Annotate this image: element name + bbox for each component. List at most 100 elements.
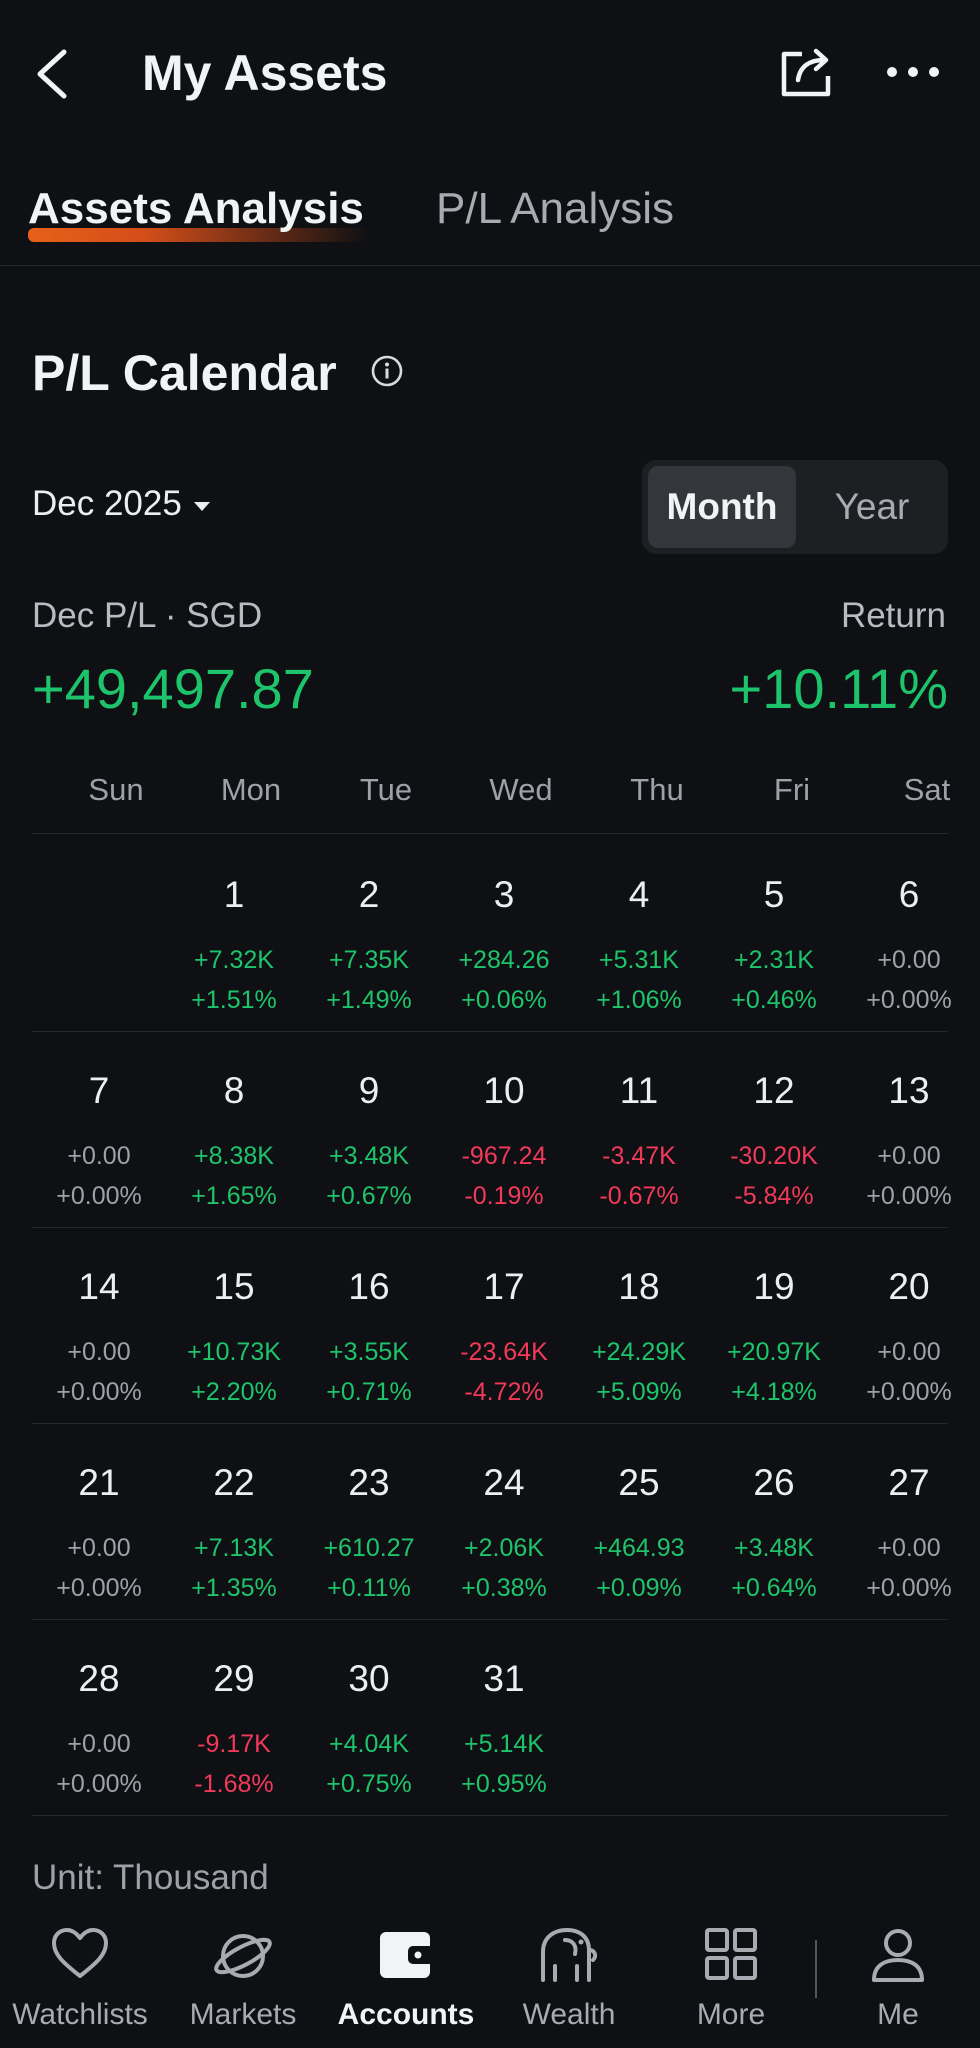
calendar-day-cell[interactable]: 24 +2.06K +0.38% [437, 1424, 571, 1620]
day-pl-percent: +5.09% [596, 1378, 682, 1406]
share-icon[interactable] [776, 42, 836, 102]
day-pl-value: -967.24 [461, 1142, 547, 1170]
pl-value: +49,497.87 [32, 657, 314, 720]
day-number: 28 [78, 1658, 120, 1699]
day-pl-value: +0.00 [877, 1338, 941, 1366]
day-number: 1 [223, 874, 245, 915]
calendar-day-cell[interactable]: 11 -3.47K -0.67% [572, 1032, 706, 1228]
more-options-icon[interactable] [886, 60, 940, 84]
calendar-day-cell[interactable]: 21 +0.00 +0.00% [32, 1424, 166, 1620]
calendar-day-cell[interactable]: 16 +3.55K +0.71% [302, 1228, 436, 1424]
day-pl-percent: +0.00% [866, 986, 952, 1014]
nav-watchlists[interactable]: Watchlists [0, 1926, 160, 2036]
day-pl-percent: +1.06% [596, 986, 682, 1014]
nav-markets[interactable]: Markets [163, 1926, 323, 2036]
tab-pl-analysis[interactable]: P/L Analysis [436, 184, 674, 234]
calendar-day-cell[interactable]: 17 -23.64K -4.72% [437, 1228, 571, 1424]
calendar-day-cell[interactable]: 18 +24.29K +5.09% [572, 1228, 706, 1424]
day-number: 14 [78, 1266, 120, 1307]
period-toggle: Month Year [642, 460, 948, 554]
calendar-day-cell[interactable]: 25 +464.93 +0.09% [572, 1424, 706, 1620]
nav-more[interactable]: More [651, 1926, 811, 2036]
day-pl-percent: +1.35% [191, 1574, 277, 1602]
day-pl-value: +3.48K [329, 1142, 409, 1170]
day-pl-percent: +0.64% [731, 1574, 817, 1602]
calendar-day-cell[interactable]: 27 +0.00 +0.00% [842, 1424, 976, 1620]
weekday-sat: Sat [903, 772, 951, 807]
day-number: 7 [88, 1070, 110, 1111]
day-pl-value: +7.13K [194, 1534, 274, 1562]
info-icon[interactable] [370, 354, 404, 388]
nav-divider [815, 1940, 817, 1998]
elephant-icon [541, 1928, 598, 1982]
calendar-day-cell[interactable]: 3 +284.26 +0.06% [437, 836, 571, 1032]
back-arrow-icon[interactable] [30, 44, 80, 104]
day-pl-value: +0.00 [67, 1730, 131, 1758]
day-pl-percent: +1.65% [191, 1182, 277, 1210]
calendar-day-cell[interactable]: 7 +0.00 +0.00% [32, 1032, 166, 1228]
day-pl-percent: +0.09% [596, 1574, 682, 1602]
nav-wealth[interactable]: Wealth [489, 1926, 649, 2036]
weekday-sun: Sun [88, 772, 144, 807]
day-number: 15 [213, 1266, 255, 1307]
calendar-day-cell[interactable]: 2 +7.35K +1.49% [302, 836, 436, 1032]
calendar-day-cell[interactable]: 8 +8.38K +1.65% [167, 1032, 301, 1228]
day-pl-value: +7.32K [194, 946, 274, 974]
day-number: 6 [898, 874, 920, 915]
day-pl-percent: +0.00% [866, 1574, 952, 1602]
day-pl-value: +0.00 [877, 1534, 941, 1562]
day-number: 3 [493, 874, 515, 915]
calendar-day-cell[interactable]: 5 +2.31K +0.46% [707, 836, 841, 1032]
month-selector[interactable]: Dec 2025 [32, 484, 210, 524]
calendar-day-cell[interactable]: 9 +3.48K +0.67% [302, 1032, 436, 1228]
calendar-day-cell[interactable]: 29 -9.17K -1.68% [167, 1620, 301, 1816]
weekday-header: Sun Mon Tue Wed Thu Fri Sat [32, 772, 950, 834]
calendar-day-cell[interactable]: 23 +610.27 +0.11% [302, 1424, 436, 1620]
day-pl-value: -30.20K [730, 1142, 818, 1170]
day-number: 13 [888, 1070, 930, 1111]
calendar-day-cell[interactable]: 28 +0.00 +0.00% [32, 1620, 166, 1816]
day-pl-value: +3.55K [329, 1338, 409, 1366]
day-pl-value: +24.29K [592, 1338, 686, 1366]
toggle-year-button[interactable]: Year [802, 466, 942, 548]
return-label: Return [840, 596, 946, 635]
day-pl-value: +0.00 [67, 1142, 131, 1170]
calendar-day-cell[interactable]: 10 -967.24 -0.19% [437, 1032, 571, 1228]
calendar-day-cell[interactable]: 30 +4.04K +0.75% [302, 1620, 436, 1816]
day-number: 18 [618, 1266, 660, 1307]
calendar-day-cell[interactable]: 26 +3.48K +0.64% [707, 1424, 841, 1620]
grid-icon [705, 1928, 757, 1980]
day-pl-value: -9.17K [197, 1730, 271, 1758]
day-pl-value: +284.26 [458, 946, 550, 974]
calendar-week-row: 21 +0.00 +0.00% 22 +7.13K +1.35% 23 +610.27 +0.1… [32, 1424, 952, 1620]
calendar-day-cell[interactable]: 19 +20.97K +4.18% [707, 1228, 841, 1424]
planet-icon [214, 1934, 272, 1978]
weekday-tue: Tue [359, 772, 413, 807]
calendar-day-cell[interactable]: 12 -30.20K -5.84% [707, 1032, 841, 1228]
calendar-day-cell[interactable]: 31 +5.14K +0.95% [437, 1620, 571, 1816]
nav-accounts[interactable]: Accounts [326, 1926, 486, 2036]
day-pl-percent: -0.67% [599, 1182, 679, 1210]
tab-assets-analysis[interactable]: Assets Analysis [28, 184, 364, 234]
nav-accounts-label: Accounts [337, 1998, 475, 2031]
person-icon [872, 1929, 924, 1982]
calendar-day-cell[interactable]: 15 +10.73K +2.20% [167, 1228, 301, 1424]
analysis-tabs: Assets Analysis P/L Analysis [0, 170, 980, 266]
calendar-day-cell[interactable]: 6 +0.00 +0.00% [842, 836, 976, 1032]
calendar-day-cell[interactable]: 22 +7.13K +1.35% [167, 1424, 301, 1620]
calendar-day-cell[interactable]: 20 +0.00 +0.00% [842, 1228, 976, 1424]
day-number: 11 [619, 1070, 659, 1111]
unit-note: Unit: Thousand [32, 1858, 269, 1897]
calendar-day-cell[interactable]: 14 +0.00 +0.00% [32, 1228, 166, 1424]
calendar-day-cell[interactable]: 1 +7.32K +1.51% [167, 836, 301, 1032]
day-pl-percent: +0.00% [56, 1574, 142, 1602]
day-number: 25 [618, 1462, 660, 1503]
nav-me[interactable]: Me [818, 1926, 978, 2036]
day-pl-value: +20.97K [727, 1338, 821, 1366]
top-app-bar: My Assets [0, 0, 980, 150]
calendar-day-cell[interactable]: 13 +0.00 +0.00% [842, 1032, 976, 1228]
calendar-day-cell[interactable]: 4 +5.31K +1.06% [572, 836, 706, 1032]
toggle-month-button[interactable]: Month [648, 466, 796, 548]
day-number: 30 [348, 1658, 390, 1699]
day-pl-value: +0.00 [67, 1338, 131, 1366]
